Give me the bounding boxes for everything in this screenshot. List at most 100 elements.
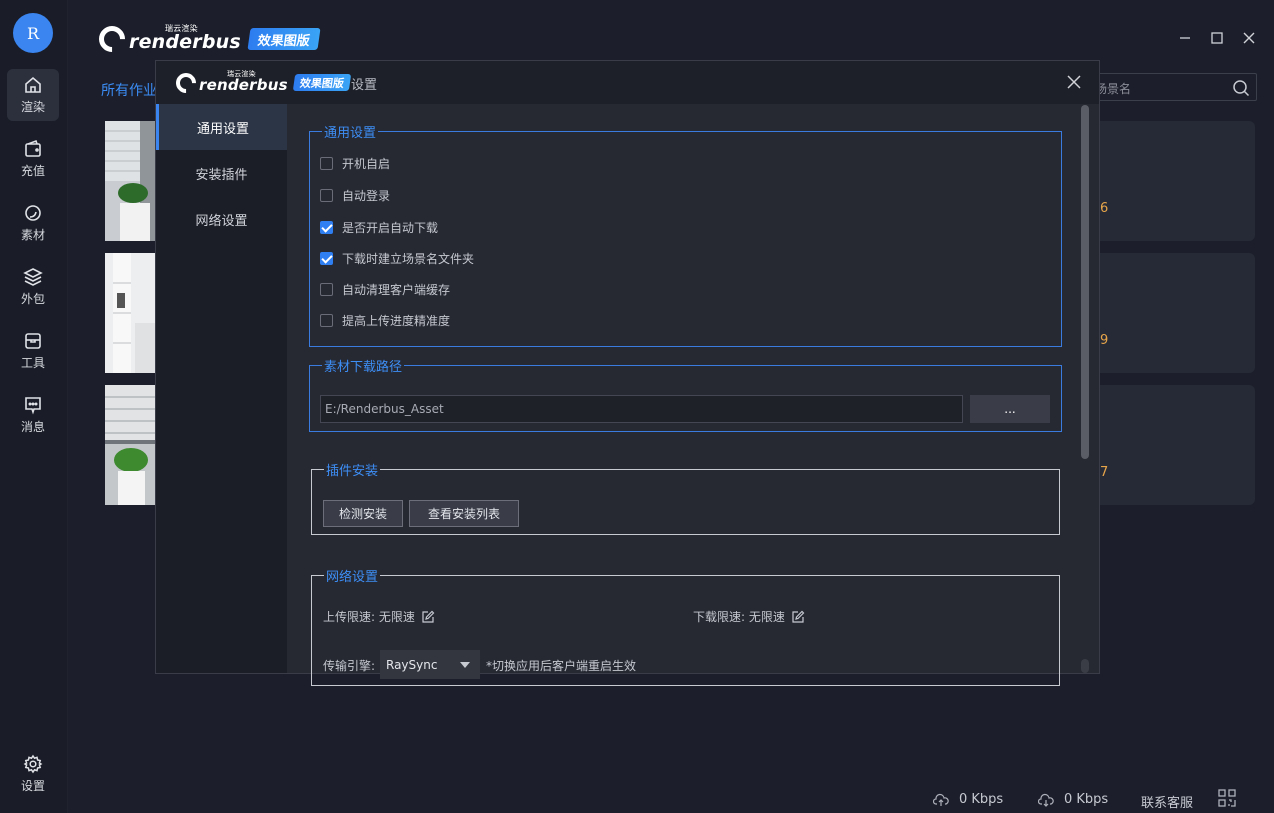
search-input[interactable]: 场景名 <box>1095 80 1131 97</box>
home-icon <box>25 76 41 93</box>
option-label: 是否开启自动下载 <box>342 221 439 235</box>
rail-label: 渲染 <box>20 100 45 114</box>
nav-network-settings[interactable]: 网络设置 <box>156 196 287 242</box>
layers-icon <box>23 268 43 286</box>
option-auto-download[interactable]: 是否开启自动下载 <box>320 219 438 236</box>
logo-mark <box>171 68 201 97</box>
maximize-button[interactable] <box>1207 28 1227 48</box>
detect-install-button[interactable]: 检测安装 <box>323 500 403 527</box>
qr-code-icon <box>1218 789 1236 807</box>
edit-icon[interactable] <box>791 610 805 624</box>
scrollbar-thumb[interactable] <box>1081 105 1089 459</box>
group-title: 素材下载路径 <box>324 360 403 375</box>
rail-item-messages[interactable]: 消息 <box>7 389 59 441</box>
settings-dialog: 瑞云渲染 renderbus 效果图版 设置 通用设置 安装插件 网络设置 通用… <box>155 60 1100 686</box>
scrollbar-end[interactable] <box>1081 659 1089 673</box>
upload-limit: 上传限速: 无限速 <box>323 608 435 625</box>
rail-item-tools[interactable]: 工具 <box>7 325 59 377</box>
job-card[interactable]: 6 <box>1100 121 1255 241</box>
nav-install-plugins[interactable]: 安装插件 <box>156 150 287 196</box>
minimize-button[interactable] <box>1175 28 1195 48</box>
message-icon <box>25 397 41 415</box>
edit-icon[interactable] <box>421 610 435 624</box>
option-clear-cache[interactable]: 自动清理客户端缓存 <box>320 281 450 298</box>
rail-item-settings[interactable]: 设置 <box>7 748 59 800</box>
qr-code-button[interactable] <box>1218 789 1246 807</box>
download-limit: 下载限速: 无限速 <box>693 608 805 625</box>
job-count: 9 <box>1100 333 1109 348</box>
upload-speed-status: 0 Kbps <box>933 792 1003 807</box>
checkbox[interactable] <box>320 189 333 202</box>
nav-general-settings[interactable]: 通用设置 <box>156 104 287 150</box>
edition-badge: 效果图版 <box>292 74 351 91</box>
job-card[interactable]: 9 <box>1100 253 1255 373</box>
option-label: 自动登录 <box>342 189 391 203</box>
toolbox-icon <box>25 333 41 349</box>
download-limit-value: 无限速 <box>748 610 785 624</box>
download-path-group: 素材下载路径 E:/Renderbus_Asset ... <box>309 356 1062 432</box>
logo-word: 瑞云渲染 renderbus <box>129 24 241 53</box>
download-limit-label: 下载限速: <box>693 610 746 624</box>
checkbox-checked[interactable] <box>320 252 333 265</box>
rail-label: 工具 <box>20 356 45 370</box>
job-thumbnail[interactable] <box>105 385 155 505</box>
option-label: 开机自启 <box>342 157 391 171</box>
rail-label: 充值 <box>20 164 45 178</box>
option-upload-accuracy[interactable]: 提高上传进度精准度 <box>320 312 450 329</box>
dialog-logo: 瑞云渲染 renderbus 效果图版 <box>171 68 351 97</box>
chevron-down-icon <box>460 662 470 668</box>
close-icon <box>1243 32 1255 44</box>
rail-label: 素材 <box>20 228 45 242</box>
network-settings-group: 网络设置 上传限速: 无限速 下载限速: 无限速 传输引擎: RaySync *… <box>311 566 1060 686</box>
job-count: 7 <box>1100 465 1109 480</box>
option-scene-folder[interactable]: 下载时建立场景名文件夹 <box>320 250 474 267</box>
search-box[interactable]: 场景名 <box>1090 73 1257 101</box>
search-icon[interactable] <box>1232 79 1250 97</box>
option-autologin[interactable]: 自动登录 <box>320 187 390 204</box>
rail-item-render[interactable]: 渲染 <box>7 69 59 121</box>
job-thumbnail[interactable] <box>105 253 155 373</box>
engine-hint: *切换应用后客户端重启生效 <box>486 659 637 673</box>
cloud-download-icon <box>1038 793 1054 807</box>
browse-button[interactable]: ... <box>970 395 1050 423</box>
checkbox[interactable] <box>320 157 333 170</box>
edition-badge: 效果图版 <box>247 28 321 50</box>
rail-label: 外包 <box>20 292 45 306</box>
upload-limit-value: 无限速 <box>378 610 415 624</box>
general-settings-group: 通用设置 开机自启 自动登录 是否开启自动下载 下载时建立场景名文件夹 自动清理… <box>309 122 1062 347</box>
transfer-engine-select[interactable]: RaySync <box>380 650 480 679</box>
job-card[interactable]: 7 <box>1100 385 1255 505</box>
gear-icon <box>23 754 43 774</box>
group-title: 插件安装 <box>326 464 379 479</box>
group-title: 通用设置 <box>324 126 377 141</box>
settings-nav: 通用设置 安装插件 网络设置 <box>156 104 287 673</box>
group-title: 网络设置 <box>326 570 379 585</box>
download-speed: 0 Kbps <box>1064 792 1109 807</box>
app-logo: 瑞云渲染 renderbus 效果图版 <box>93 20 321 58</box>
dialog-header: 瑞云渲染 renderbus 效果图版 设置 <box>156 61 1099 104</box>
left-rail: R 渲染 充值 素材 外包 工具 消息 设置 <box>0 0 68 813</box>
window-close-button[interactable] <box>1239 28 1259 48</box>
rail-item-assets[interactable]: 素材 <box>7 197 59 249</box>
select-value: RaySync <box>386 657 438 672</box>
engine-label: 传输引擎: <box>323 659 376 673</box>
job-thumbnail[interactable] <box>105 121 155 241</box>
all-jobs-tab[interactable]: 所有作业 <box>101 80 157 100</box>
option-label: 下载时建立场景名文件夹 <box>342 252 475 266</box>
checkbox[interactable] <box>320 314 333 327</box>
option-label: 自动清理客户端缓存 <box>342 283 451 297</box>
checkbox[interactable] <box>320 283 333 296</box>
checkbox-checked[interactable] <box>320 221 333 234</box>
rail-label: 消息 <box>20 420 45 434</box>
option-autostart[interactable]: 开机自启 <box>320 155 390 172</box>
dialog-close-button[interactable] <box>1065 73 1083 91</box>
contact-support-link[interactable]: 联系客服 <box>1141 792 1193 811</box>
upload-limit-label: 上传限速: <box>323 610 376 624</box>
view-install-list-button[interactable]: 查看安装列表 <box>409 500 519 527</box>
avatar[interactable]: R <box>13 13 53 53</box>
rail-item-recharge[interactable]: 充值 <box>7 133 59 185</box>
logo-word: 瑞云渲染 renderbus <box>199 70 288 94</box>
plugin-install-group: 插件安装 检测安装 查看安装列表 <box>311 460 1060 535</box>
rail-item-outsource[interactable]: 外包 <box>7 261 59 313</box>
download-path-input[interactable]: E:/Renderbus_Asset <box>320 395 963 423</box>
